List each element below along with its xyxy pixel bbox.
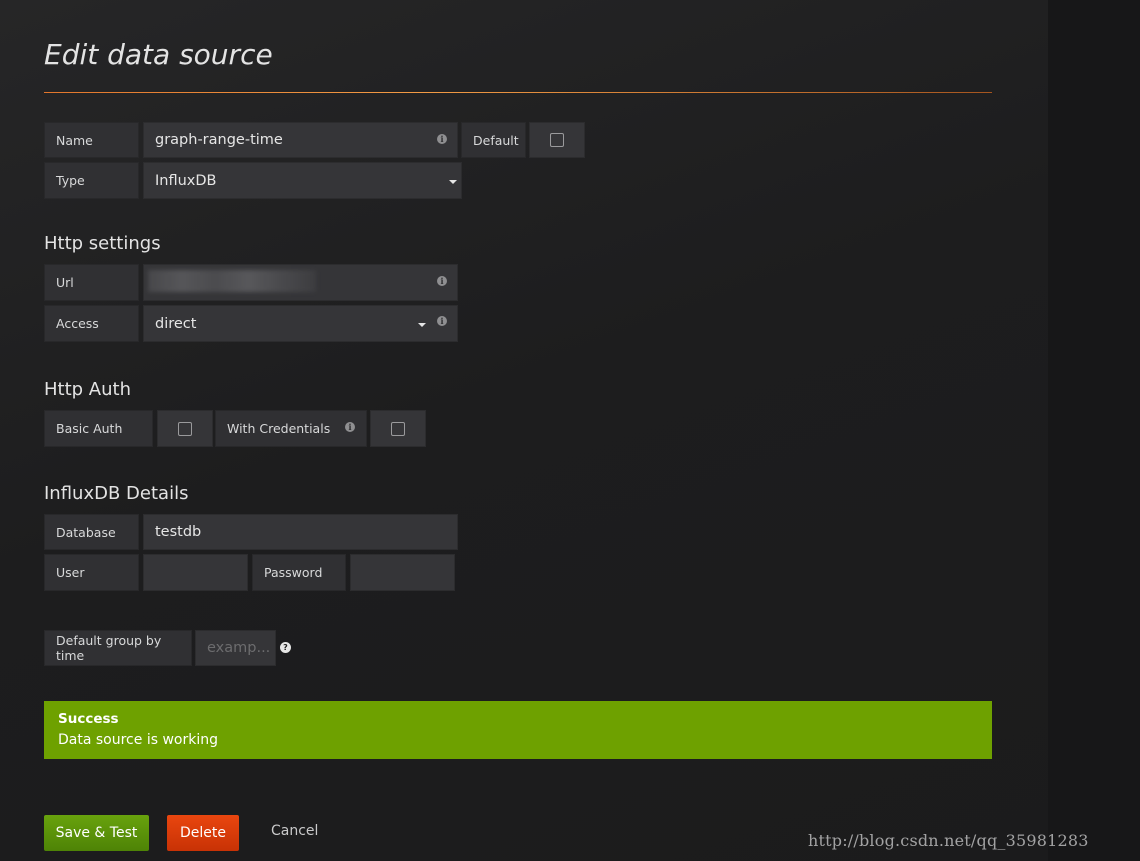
cancel-link[interactable]: Cancel xyxy=(271,823,318,839)
group-by-time-input[interactable]: examp... xyxy=(195,630,276,666)
default-checkbox-cell[interactable] xyxy=(529,122,585,158)
with-credentials-checkbox[interactable] xyxy=(391,421,405,436)
group-by-time-label: Default group by time xyxy=(44,630,192,666)
name-label: Name xyxy=(44,122,139,158)
url-info-icon[interactable]: i xyxy=(437,276,447,286)
access-select-value: direct xyxy=(155,315,197,332)
right-background-strip xyxy=(1048,0,1140,861)
http-settings-title: Http settings xyxy=(44,233,161,254)
name-input[interactable]: graph-range-time xyxy=(143,122,458,158)
type-caret-icon xyxy=(449,180,457,184)
name-input-value: graph-range-time xyxy=(155,132,283,148)
type-select-value: InfluxDB xyxy=(155,172,217,189)
default-label: Default xyxy=(461,122,526,158)
save-and-test-button[interactable]: Save & Test xyxy=(44,815,149,851)
url-label: Url xyxy=(44,264,139,301)
basic-auth-label: Basic Auth xyxy=(44,410,153,447)
http-auth-title: Http Auth xyxy=(44,379,131,400)
password-input[interactable] xyxy=(350,554,455,591)
database-input[interactable]: testdb xyxy=(143,514,458,550)
type-label: Type xyxy=(44,162,139,199)
access-info-icon[interactable]: i xyxy=(437,316,447,326)
access-label: Access xyxy=(44,305,139,342)
success-alert: Success Data source is working xyxy=(44,701,992,759)
basic-auth-checkbox-cell[interactable] xyxy=(157,410,213,447)
title-underline xyxy=(44,92,992,93)
delete-button[interactable]: Delete xyxy=(167,815,239,851)
influxdb-details-title: InfluxDB Details xyxy=(44,483,189,504)
type-select[interactable]: InfluxDB xyxy=(143,162,462,199)
with-credentials-checkbox-cell[interactable] xyxy=(370,410,426,447)
password-label: Password xyxy=(252,554,346,591)
database-label: Database xyxy=(44,514,139,550)
access-select[interactable]: direct xyxy=(143,305,458,342)
url-redacted-value xyxy=(148,270,316,292)
user-input[interactable] xyxy=(143,554,248,591)
alert-title: Success xyxy=(58,711,119,727)
database-input-value: testdb xyxy=(155,524,202,540)
access-caret-icon xyxy=(418,323,426,327)
user-label: User xyxy=(44,554,139,591)
name-info-icon[interactable]: i xyxy=(437,134,447,144)
watermark-text: http://blog.csdn.net/qq_35981283 xyxy=(808,831,1089,850)
basic-auth-checkbox[interactable] xyxy=(178,421,192,436)
edit-data-source-page: Edit data source Name graph-range-time i… xyxy=(0,0,1140,861)
with-credentials-label: With Credentials xyxy=(215,410,367,447)
page-title: Edit data source xyxy=(44,38,273,71)
group-by-help-icon[interactable]: ? xyxy=(280,642,291,653)
group-by-time-placeholder: examp... xyxy=(207,640,271,656)
alert-message: Data source is working xyxy=(58,732,218,748)
with-credentials-info-icon[interactable]: i xyxy=(345,422,355,432)
default-checkbox[interactable] xyxy=(550,133,564,147)
